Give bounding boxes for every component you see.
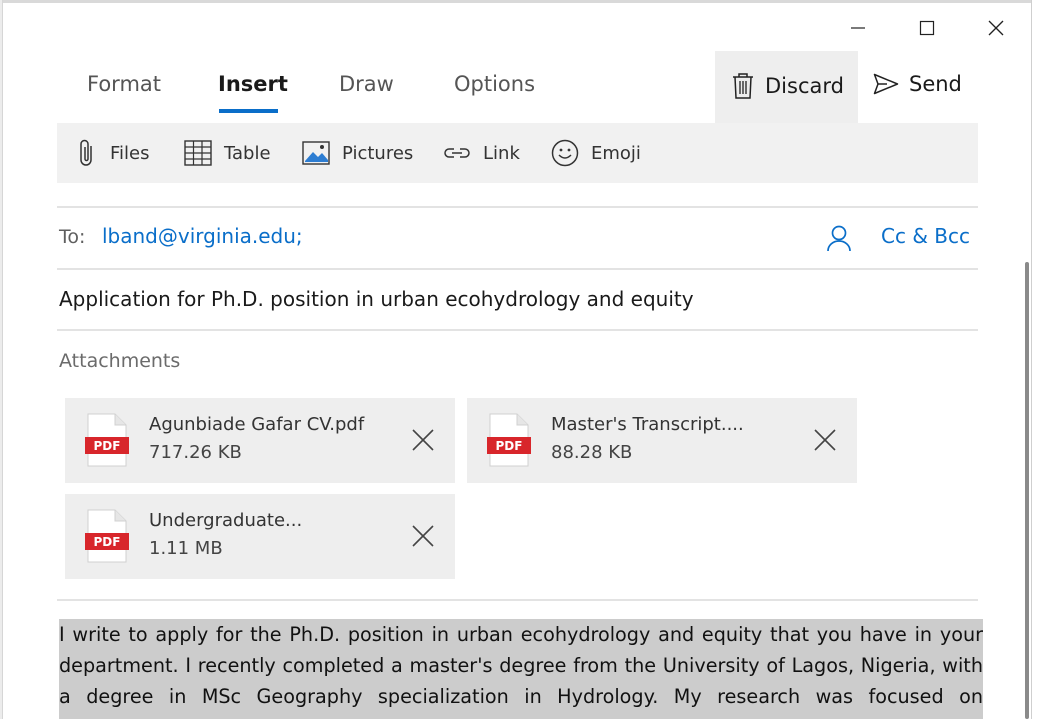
body-line: I write to apply for the Ph.D. position …: [59, 623, 983, 646]
pdf-file-icon: PDF: [85, 509, 129, 563]
attachment-size: 88.28 KB: [551, 442, 633, 463]
divider: [57, 329, 978, 331]
tab-options[interactable]: Options: [454, 72, 535, 108]
table-icon: [184, 140, 212, 166]
pdf-label: PDF: [496, 439, 523, 453]
pictures-label: Pictures: [342, 142, 414, 164]
person-icon: [827, 225, 851, 252]
files-label: Files: [110, 142, 150, 164]
divider: [57, 206, 978, 208]
trash-icon: [733, 73, 753, 99]
pdf-file-icon: PDF: [85, 413, 129, 467]
pdf-label: PDF: [94, 439, 121, 453]
picture-icon: [302, 141, 330, 165]
close-icon: [988, 20, 1004, 36]
send-button[interactable]: Send: [873, 72, 962, 96]
discard-button[interactable]: Discard: [731, 72, 844, 100]
divider: [57, 599, 978, 601]
cc-bcc-link[interactable]: Cc & Bcc: [881, 224, 970, 248]
paperclip-icon: [80, 139, 92, 166]
vertical-scrollbar[interactable]: [1025, 262, 1029, 719]
attachments-heading: Attachments: [59, 350, 181, 372]
insert-files-button[interactable]: Files: [76, 136, 150, 170]
send-icon: [873, 73, 899, 95]
body-line: a degree in MSc Geography specialization…: [59, 685, 983, 708]
table-label: Table: [224, 142, 271, 164]
tab-insert[interactable]: Insert: [218, 72, 288, 108]
insert-link-button[interactable]: Link: [443, 136, 520, 170]
remove-attachment-icon[interactable]: [411, 428, 435, 452]
attachment-card[interactable]: PDF Undergraduate... 1.11 MB: [65, 494, 455, 579]
tab-format[interactable]: Format: [87, 72, 161, 108]
attachment-size: 1.11 MB: [149, 538, 223, 559]
body-line: department. I recently completed a maste…: [59, 654, 983, 677]
active-tab-indicator: [219, 109, 278, 113]
link-label: Link: [483, 142, 520, 164]
subject-field[interactable]: Application for Ph.D. position in urban …: [59, 287, 694, 311]
window-top-border: [3, 0, 1032, 3]
link-icon: [444, 148, 470, 158]
emoji-icon: [551, 139, 579, 167]
background-window-edge: [1031, 0, 1061, 719]
attachment-name: Undergraduate...: [149, 510, 303, 531]
pdf-file-icon: PDF: [487, 413, 531, 467]
maximize-button[interactable]: [909, 10, 945, 46]
remove-attachment-icon[interactable]: [813, 428, 837, 452]
insert-pictures-button[interactable]: Pictures: [302, 136, 413, 170]
discard-label: Discard: [765, 74, 844, 98]
insert-emoji-button[interactable]: Emoji: [551, 136, 641, 170]
to-recipient-field[interactable]: lband@virginia.edu;: [102, 224, 303, 248]
pdf-label: PDF: [94, 535, 121, 549]
window-left-edge: [0, 0, 3, 719]
divider: [57, 268, 978, 270]
remove-attachment-icon[interactable]: [411, 524, 435, 548]
minimize-button[interactable]: [840, 10, 876, 46]
maximize-icon: [919, 20, 935, 36]
attachment-name: Agunbiade Gafar CV.pdf: [149, 414, 365, 435]
close-window-button[interactable]: [978, 10, 1014, 46]
insert-table-button[interactable]: Table: [184, 136, 271, 170]
minimize-icon: [851, 27, 865, 29]
tab-draw[interactable]: Draw: [339, 72, 394, 108]
attachment-card[interactable]: PDF Master's Transcript.... 88.28 KB: [467, 398, 857, 483]
attachment-name: Master's Transcript....: [551, 414, 744, 435]
attachment-card[interactable]: PDF Agunbiade Gafar CV.pdf 717.26 KB: [65, 398, 455, 483]
message-body[interactable]: I write to apply for the Ph.D. position …: [59, 619, 983, 719]
contact-picker-button[interactable]: [826, 224, 852, 256]
emoji-label: Emoji: [591, 142, 641, 164]
attachment-size: 717.26 KB: [149, 442, 242, 463]
send-label: Send: [909, 72, 962, 96]
to-label: To:: [59, 226, 86, 248]
